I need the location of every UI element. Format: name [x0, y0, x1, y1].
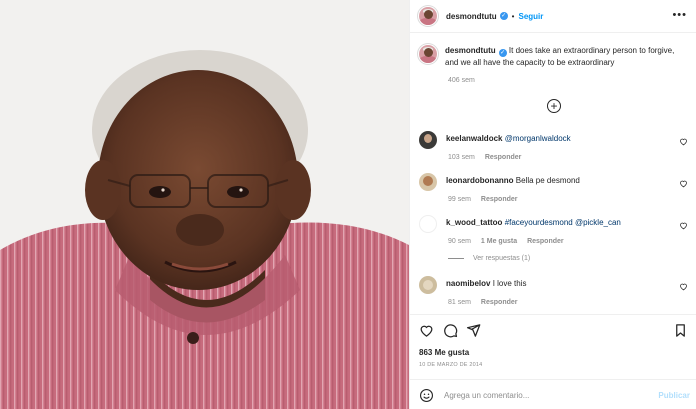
- like-heart-icon[interactable]: [419, 323, 434, 338]
- avatar[interactable]: [419, 7, 437, 25]
- like-comment-heart-icon[interactable]: [679, 179, 688, 188]
- post-header: desmondtutu ✓ • Seguir •••: [410, 0, 696, 33]
- post-date[interactable]: 10 DE MARZO DE 2014: [419, 362, 482, 368]
- like-comment-heart-icon[interactable]: [679, 221, 688, 230]
- view-replies-label: Ver respuestas (1): [473, 255, 531, 262]
- post-caption: desmondtutu ✓ It does take an extraordina…: [419, 45, 689, 84]
- view-replies-button[interactable]: Ver respuestas (1): [448, 255, 530, 262]
- caption-avatar[interactable]: [419, 45, 437, 63]
- comment-input[interactable]: [444, 390, 644, 400]
- comment-bubble-icon[interactable]: [443, 323, 458, 338]
- comment-username[interactable]: leonardobonanno: [446, 176, 514, 185]
- share-paper-plane-icon[interactable]: [466, 323, 481, 338]
- comment-likes[interactable]: 1 Me gusta: [481, 238, 517, 245]
- reply-button[interactable]: Responder: [527, 238, 564, 245]
- caption-username[interactable]: desmondtutu: [445, 46, 496, 55]
- verified-badge-icon: ✓: [499, 12, 508, 20]
- emoji-smiley-icon[interactable]: [419, 388, 434, 403]
- portrait-image: [0, 0, 409, 409]
- comment-text[interactable]: #faceyourdesmond @pickle_can: [505, 218, 621, 227]
- comment-meta: 99 sem Responder: [448, 196, 695, 203]
- follow-button[interactable]: Seguir: [518, 12, 543, 21]
- comment-time[interactable]: 99 sem: [448, 196, 471, 203]
- reply-button[interactable]: Responder: [481, 299, 518, 306]
- add-comment-bar: Publicar: [410, 379, 696, 409]
- like-comment-heart-icon[interactable]: [679, 282, 688, 291]
- separator-dot: •: [511, 11, 515, 21]
- publish-button[interactable]: Publicar: [658, 391, 690, 400]
- comment-text: Bella pe desmond: [515, 176, 580, 185]
- comment-time[interactable]: 81 sem: [448, 299, 471, 306]
- comment-time[interactable]: 103 sem: [448, 154, 475, 161]
- post-photo[interactable]: [0, 0, 409, 409]
- post-side-panel: desmondtutu ✓ • Seguir ••• desmondtutu ✓ …: [409, 0, 696, 409]
- reply-button[interactable]: Responder: [481, 196, 518, 203]
- post-actions: 863 Me gusta 10 DE MARZO DE 2014 Publica…: [410, 314, 696, 409]
- comment-meta: 81 sem Responder: [448, 299, 695, 306]
- comment-text: I love this: [492, 279, 527, 288]
- comment-username[interactable]: k_wood_tattoo: [446, 218, 502, 227]
- comment-time[interactable]: 90 sem: [448, 238, 471, 245]
- post-viewer: desmondtutu ✓ • Seguir ••• desmondtutu ✓ …: [0, 0, 696, 409]
- caption-time[interactable]: 406 sem: [448, 77, 475, 84]
- comment-mention[interactable]: @morganlwaldock: [505, 134, 571, 143]
- comment-meta: 103 sem Responder: [448, 154, 695, 161]
- comment-meta: 90 sem 1 Me gusta Responder: [448, 238, 695, 245]
- like-comment-heart-icon[interactable]: [679, 137, 688, 146]
- verified-badge-icon: ✓: [498, 49, 507, 57]
- commenter-avatar[interactable]: [419, 131, 437, 149]
- more-options-icon[interactable]: •••: [672, 10, 687, 21]
- comment-item: k_wood_tattoo #faceyourdesmond @pickle_c…: [419, 215, 695, 245]
- comment-item: leonardobonanno Bella pe desmond 99 sem …: [419, 173, 695, 203]
- commenter-avatar[interactable]: [419, 173, 437, 191]
- header-username[interactable]: desmondtutu: [446, 12, 497, 21]
- commenter-avatar[interactable]: [419, 276, 437, 294]
- load-more-comments-button[interactable]: +: [547, 99, 561, 113]
- reply-button[interactable]: Responder: [485, 154, 522, 161]
- comment-item: naomibelov I love this 81 sem Responder: [419, 276, 695, 306]
- replies-divider: [448, 258, 464, 259]
- commenter-avatar[interactable]: [419, 215, 437, 233]
- comment-username[interactable]: keelanwaldock: [446, 134, 502, 143]
- save-bookmark-icon[interactable]: [673, 323, 688, 338]
- comment-item: keelanwaldock @morganlwaldock 103 sem Re…: [419, 131, 695, 161]
- comment-username[interactable]: naomibelov: [446, 279, 490, 288]
- likes-count[interactable]: 863 Me gusta: [419, 348, 469, 357]
